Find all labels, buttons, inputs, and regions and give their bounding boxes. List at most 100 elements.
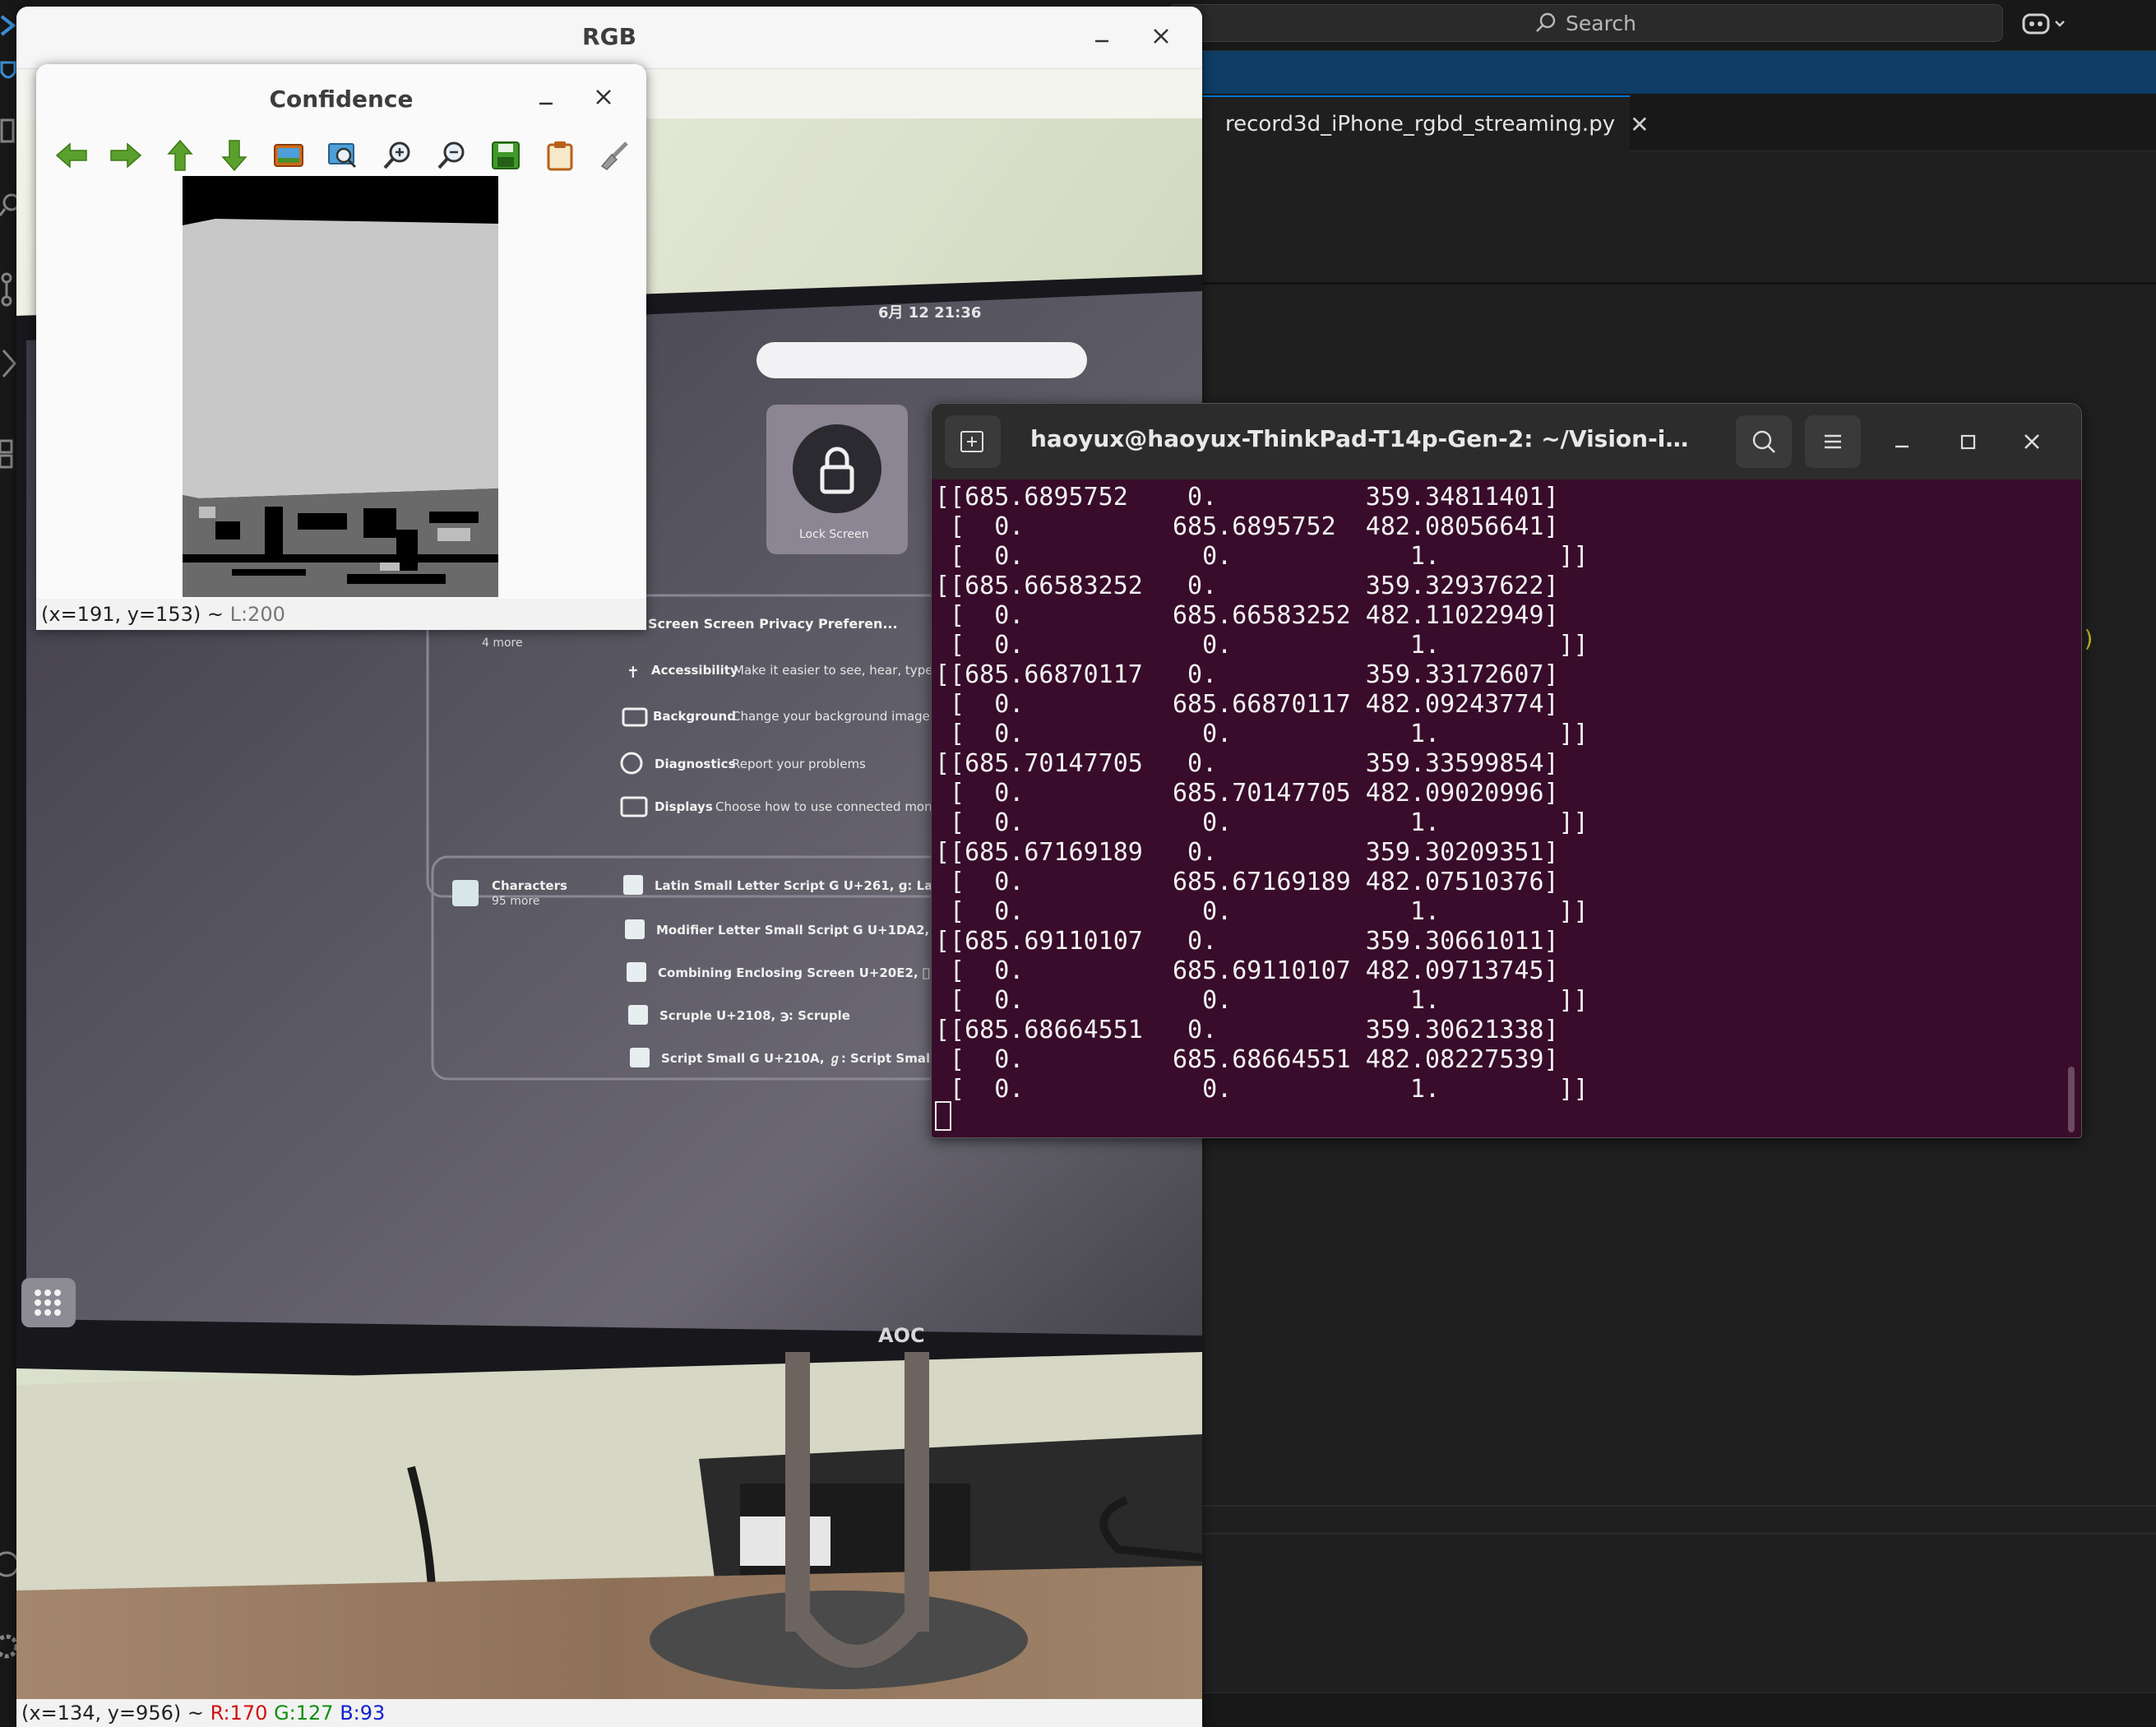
svg-text:Change your background image: Change your background image bbox=[732, 709, 930, 724]
terminal-line: [ 0. 685.69110107 482.09713745] bbox=[935, 956, 1559, 985]
activity-bar bbox=[0, 0, 18, 1727]
image-icon[interactable] bbox=[266, 133, 311, 178]
blue-value: B:93 bbox=[340, 1702, 386, 1725]
terminal-line: [[685.69110107 0. 359.30661011] bbox=[935, 927, 1559, 956]
confidence-window[interactable]: Confidence (x=191, y=153) ~ L:200 bbox=[36, 64, 646, 630]
svg-text:✝: ✝ bbox=[627, 664, 640, 682]
svg-text:Combining Enclosing Screen U+: Combining Enclosing Screen U+20E2, ⃢: Co… bbox=[658, 965, 969, 980]
new-tab-icon[interactable] bbox=[945, 415, 1001, 468]
close-icon[interactable] bbox=[587, 81, 620, 113]
hamburger-menu-icon[interactable] bbox=[1805, 415, 1861, 468]
source-control-icon[interactable] bbox=[0, 271, 16, 308]
terminal-line: [ 0. 685.68664551 482.08227539] bbox=[935, 1045, 1559, 1074]
terminal-line: [[685.66583252 0. 359.32937622] bbox=[935, 572, 1559, 600]
terminal-line: [ 0. 0. 1. ]] bbox=[935, 897, 1589, 926]
svg-text:Accessibility: Accessibility bbox=[651, 663, 738, 678]
privacy-text: Screen Screen Privacy Preferen... bbox=[648, 616, 898, 632]
close-icon[interactable] bbox=[2015, 425, 2048, 458]
terminal-line: [ 0. 0. 1. ]] bbox=[935, 1075, 1589, 1104]
rgb-title-bar[interactable]: RGB bbox=[16, 7, 1202, 69]
terminal-line: [ 0. 685.70147705 482.09020996] bbox=[935, 779, 1559, 808]
copilot-icon[interactable] bbox=[2021, 8, 2070, 39]
monitor-brand: AOC bbox=[878, 1324, 925, 1347]
svg-text:Modifier Letter Small Script G: Modifier Letter Small Script G U+1DA2, ᶢ… bbox=[656, 923, 961, 938]
vscode-logo-icon bbox=[0, 13, 16, 38]
search-icon[interactable] bbox=[0, 191, 16, 224]
minimize-icon[interactable] bbox=[1085, 20, 1118, 53]
terminal-line: [[685.66870117 0. 359.33172607] bbox=[935, 660, 1559, 689]
zoom-in-icon[interactable] bbox=[375, 133, 419, 178]
minimize-icon[interactable] bbox=[530, 81, 562, 113]
red-value: R:170 bbox=[210, 1702, 268, 1725]
cursor-coords: (x=134, y=956) ~ bbox=[21, 1702, 211, 1725]
minimize-icon[interactable] bbox=[1885, 425, 1918, 458]
panel-divider bbox=[1201, 1505, 2156, 1507]
account-icon[interactable] bbox=[0, 1546, 16, 1582]
command-center-search[interactable]: Search bbox=[1168, 4, 2003, 42]
cursor-coords: (x=191, y=153) ~ bbox=[41, 603, 230, 626]
svg-text:Scruple U+2108, ℈: Scruple: Scruple U+2108, ℈: Scruple bbox=[659, 1008, 850, 1023]
svg-text:Make it easier to see, hear, t: Make it easier to see, hear, type bbox=[733, 663, 932, 678]
gear-icon[interactable] bbox=[0, 1628, 16, 1664]
search-icon[interactable] bbox=[1736, 415, 1792, 468]
terminal-header[interactable]: haoyux@haoyux-ThinkPad-T14p-Gen-2: ~/Vis… bbox=[932, 404, 2081, 479]
svg-text:Report your problems: Report your problems bbox=[732, 757, 866, 771]
close-icon[interactable] bbox=[1145, 20, 1177, 53]
explorer-icon[interactable] bbox=[0, 115, 16, 148]
brush-icon[interactable] bbox=[592, 133, 636, 178]
tab-record3d-file[interactable]: record3d_iPhone_rgbd_streaming.py ✕ bbox=[1197, 95, 1649, 151]
rgb-status-bar: (x=134, y=956) ~ R:170 G:127 B:93 bbox=[16, 1699, 1202, 1727]
search-icon bbox=[1534, 12, 1557, 35]
terminal-line: [[685.67169189 0. 359.30209351] bbox=[935, 838, 1559, 867]
svg-text:Background: Background bbox=[653, 709, 736, 724]
terminal-scrollbar[interactable] bbox=[2068, 1067, 2075, 1132]
maximize-icon[interactable] bbox=[1951, 425, 1984, 458]
confidence-map-image[interactable] bbox=[183, 176, 498, 597]
terminal-line: [[685.6895752 0. 359.34811401] bbox=[935, 483, 1559, 512]
search-placeholder: Search bbox=[1566, 11, 1636, 35]
zoom-out-icon[interactable] bbox=[429, 133, 474, 178]
terminal-line: [ 0. 685.6895752 482.08056641] bbox=[935, 512, 1559, 541]
image-toolbar bbox=[49, 133, 641, 183]
svg-text:95 more: 95 more bbox=[492, 895, 540, 908]
terminal-window[interactable]: haoyux@haoyux-ThinkPad-T14p-Gen-2: ~/Vis… bbox=[931, 403, 2082, 1138]
code-fragment: ) bbox=[2082, 625, 2096, 652]
luminance-value: L:200 bbox=[229, 603, 285, 626]
copy-icon[interactable] bbox=[538, 133, 582, 178]
svg-text:Diagnostics: Diagnostics bbox=[655, 757, 736, 771]
window-title: RGB bbox=[582, 23, 636, 50]
terminal-line: [ 0. 0. 1. ]] bbox=[935, 631, 1589, 660]
terminal-line: [ 0. 685.67169189 482.07510376] bbox=[935, 868, 1559, 896]
terminal-cursor bbox=[935, 1101, 951, 1131]
svg-text:Latin Small Letter Script G U: Latin Small Letter Script G U+261, ɡ: La… bbox=[655, 878, 965, 893]
extensions-icon[interactable] bbox=[0, 436, 16, 472]
save-icon[interactable] bbox=[483, 133, 528, 178]
terminal-output[interactable]: [[685.6895752 0. 359.34811401] [ 0. 685.… bbox=[935, 483, 2061, 1132]
terminal-title: haoyux@haoyux-ThinkPad-T14p-Gen-2: ~/Vis… bbox=[1030, 425, 1705, 452]
terminal-line: [ 0. 0. 1. ]] bbox=[935, 720, 1589, 748]
close-icon[interactable]: ✕ bbox=[1630, 111, 1649, 138]
arrow-down-icon[interactable] bbox=[212, 133, 257, 178]
shield-icon[interactable] bbox=[0, 59, 16, 84]
lock-label: Lock Screen bbox=[799, 528, 869, 541]
terminal-line: [ 0. 685.66870117 482.09243774] bbox=[935, 690, 1559, 719]
panel-divider bbox=[1201, 1533, 2156, 1535]
green-value: G:127 bbox=[274, 1702, 334, 1725]
arrow-up-icon[interactable] bbox=[158, 133, 202, 178]
terminal-line: [ 0. 0. 1. ]] bbox=[935, 542, 1589, 571]
svg-text:Displays: Displays bbox=[655, 799, 713, 814]
run-debug-icon[interactable] bbox=[0, 345, 16, 382]
terminal-line: [[685.70147705 0. 359.33599854] bbox=[935, 749, 1559, 778]
arrow-right-icon[interactable] bbox=[104, 133, 148, 178]
arrow-left-icon[interactable] bbox=[49, 133, 94, 178]
confidence-status-bar: (x=191, y=153) ~ L:200 bbox=[36, 599, 646, 630]
svg-text:Script Small G U+210A, ℊ: Scr: Script Small G U+210A, ℊ: Script Small G bbox=[661, 1051, 949, 1067]
svg-text:Choose how to use connected mo: Choose how to use connected mon bbox=[715, 799, 932, 814]
terminal-line: [ 0. 685.66583252 482.11022949] bbox=[935, 601, 1559, 630]
tab-filename: record3d_iPhone_rgbd_streaming.py bbox=[1225, 112, 1616, 137]
terminal-line: [ 0. 0. 1. ]] bbox=[935, 808, 1589, 837]
clock-text: 6月 12 21:36 bbox=[878, 304, 981, 322]
more-4-text: 4 more bbox=[482, 637, 523, 650]
terminal-line: [ 0. 0. 1. ]] bbox=[935, 986, 1589, 1015]
zoom-fit-icon[interactable] bbox=[321, 133, 365, 178]
